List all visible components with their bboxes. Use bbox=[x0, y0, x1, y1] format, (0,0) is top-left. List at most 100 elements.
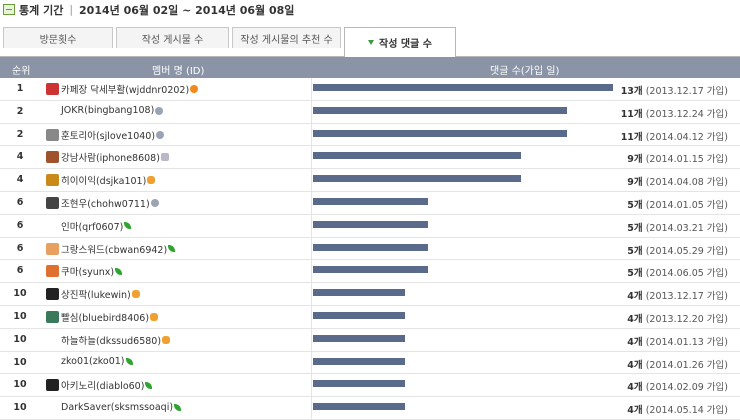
rank: 1 bbox=[16, 83, 24, 94]
join-date: (2014.03.21 가입) bbox=[645, 222, 728, 234]
avatar-placeholder bbox=[46, 220, 59, 232]
member-name-text: 강남사람(iphone8608) bbox=[61, 153, 160, 165]
member-name-text: 카페장 닥세부활(wjddnr0202) bbox=[61, 85, 190, 96]
comment-count: 9개 (2014.01.15 가입) bbox=[627, 151, 728, 165]
join-date: (2013.12.17 가입) bbox=[645, 86, 728, 97]
hand-level-icon bbox=[131, 290, 140, 299]
tab-label: 작성 게시물 수 bbox=[141, 34, 204, 46]
member-name-text: 빨심(bluebird8406) bbox=[61, 312, 150, 324]
table-row: 4 강남사람(iphone8608) 9개 (2014.01.15 가입) bbox=[0, 146, 740, 170]
rank: 10 bbox=[13, 379, 27, 391]
join-date: (2013.12.17 가입) bbox=[645, 291, 728, 303]
column-divider bbox=[311, 351, 312, 374]
member-name[interactable]: 인마(qrf0607) bbox=[46, 219, 132, 233]
member-name-text: 조현우(chohw0711) bbox=[61, 198, 150, 210]
rank: 6 bbox=[16, 219, 24, 231]
table-header: 순위 멤버 명 (ID) 댓글 수(가입 일) bbox=[0, 57, 740, 78]
join-date: (2014.02.09 가입) bbox=[645, 382, 728, 394]
join-date: (2014.01.13 가입) bbox=[645, 336, 728, 348]
column-divider bbox=[311, 169, 312, 191]
comment-count: 4개 (2013.12.20 가입) bbox=[627, 311, 728, 325]
avatar-icon bbox=[46, 310, 59, 323]
column-divider bbox=[311, 328, 312, 351]
join-date: (2014.01.15 가입) bbox=[645, 154, 728, 166]
count-value: 5개 bbox=[627, 199, 643, 211]
gear-level-icon bbox=[150, 198, 159, 207]
column-divider bbox=[311, 100, 312, 123]
rank: 10 bbox=[13, 288, 27, 300]
tab-post-recommends[interactable]: 작성 게시물의 추천 수 bbox=[232, 27, 341, 48]
rank: 4 bbox=[16, 151, 24, 163]
join-date: (2014.01.26 가입) bbox=[645, 359, 728, 371]
comment-count-bar bbox=[313, 380, 406, 388]
tab-posts[interactable]: 작성 게시물 수 bbox=[116, 27, 229, 48]
tab-comments[interactable]: 작성 댓글 수 bbox=[344, 27, 456, 57]
column-divider bbox=[311, 397, 312, 419]
count-value: 9개 bbox=[627, 177, 643, 189]
member-name[interactable]: 상진팍(lukewin) bbox=[46, 287, 140, 301]
avatar-icon bbox=[46, 265, 59, 278]
member-name-text: 그랑스워드(cbwan6942) bbox=[61, 244, 168, 256]
comment-count: 4개 (2014.01.26 가입) bbox=[627, 357, 728, 371]
join-date: (2014.06.05 가입) bbox=[645, 268, 728, 280]
hand-level-icon bbox=[147, 176, 156, 185]
count-value: 4개 bbox=[627, 382, 643, 394]
comment-count: 4개 (2014.02.09 가입) bbox=[627, 379, 728, 393]
rank: 2 bbox=[16, 128, 24, 140]
count-value: 9개 bbox=[627, 154, 643, 166]
member-name[interactable]: 조현우(chohw0711) bbox=[46, 196, 159, 210]
column-divider bbox=[311, 283, 312, 305]
col-member-header: 멤버 명 (ID) bbox=[152, 66, 205, 77]
tab-label: 작성 댓글 수 bbox=[379, 39, 432, 50]
calendar-icon bbox=[3, 4, 15, 15]
avatar-icon bbox=[46, 288, 59, 301]
join-date: (2014.01.05 가입) bbox=[645, 199, 728, 211]
member-name[interactable]: 하늘하늘(dkssud6580) bbox=[46, 333, 171, 347]
rank: 4 bbox=[16, 174, 24, 186]
count-value: 4개 bbox=[627, 336, 643, 348]
member-name[interactable]: 그랑스워드(cbwan6942) bbox=[46, 242, 176, 256]
avatar-icon bbox=[46, 196, 59, 209]
count-value: 5개 bbox=[627, 222, 643, 234]
comment-count-bar bbox=[313, 220, 429, 228]
join-date: (2013.12.24 가입) bbox=[645, 108, 728, 120]
table-row: 2 JOKR(bingbang108) 11개 (2013.12.24 가입) bbox=[0, 100, 740, 124]
member-name[interactable]: JOKR(bingbang108) bbox=[46, 105, 164, 117]
member-name[interactable]: 빨심(bluebird8406) bbox=[46, 310, 159, 324]
tab-visits[interactable]: 방문횟수 bbox=[3, 27, 113, 48]
comment-count: 5개 (2014.03.21 가입) bbox=[627, 220, 728, 234]
member-name-text: DarkSaver(sksmssoaqi) bbox=[61, 401, 174, 413]
gear-level-icon bbox=[155, 106, 164, 115]
table-row: 10 하늘하늘(dkssud6580) 4개 (2014.01.13 가입) bbox=[0, 328, 740, 352]
column-divider bbox=[311, 191, 312, 214]
comment-count-bar bbox=[313, 266, 429, 274]
count-value: 5개 bbox=[627, 245, 643, 257]
leaf-level-icon bbox=[124, 222, 132, 230]
member-name[interactable]: 히이이익(dsjka101) bbox=[46, 173, 156, 187]
member-name[interactable]: 훈토리아(sjlove1040) bbox=[46, 128, 165, 142]
member-name-text: 아키노리(diablo60) bbox=[61, 381, 145, 393]
member-name[interactable]: zko01(zko01) bbox=[46, 356, 133, 368]
member-name-text: 하늘하늘(dkssud6580) bbox=[61, 335, 162, 347]
rank: 6 bbox=[16, 196, 24, 208]
member-name-text: 훈토리아(sjlove1040) bbox=[61, 130, 156, 142]
comment-count-bar bbox=[313, 175, 521, 183]
separator: | bbox=[69, 3, 74, 16]
member-name[interactable]: 강남사람(iphone8608) bbox=[46, 150, 169, 164]
member-name[interactable]: 카페장 닥세부활(wjddnr0202) bbox=[46, 82, 199, 96]
member-name[interactable]: DarkSaver(sksmssoaqi) bbox=[46, 401, 182, 413]
join-date: (2014.05.29 가입) bbox=[645, 245, 728, 257]
comment-count: 4개 (2014.01.13 가입) bbox=[627, 334, 728, 348]
count-value: 4개 bbox=[627, 291, 643, 303]
column-divider bbox=[311, 374, 312, 397]
table-row: 1 카페장 닥세부활(wjddnr0202) 13개 (2013.12.17 가… bbox=[0, 78, 740, 101]
table-row: 10 상진팍(lukewin) 4개 (2013.12.17 가입) bbox=[0, 283, 740, 306]
member-name[interactable]: 쿠마(syunx) bbox=[46, 264, 123, 278]
table-row: 10 빨심(bluebird8406) 4개 (2013.12.20 가입) bbox=[0, 305, 740, 329]
col-count-header: 댓글 수(가입 일) bbox=[490, 66, 560, 77]
comment-count: 5개 (2014.06.05 가입) bbox=[627, 265, 728, 279]
table-row: 6 인마(qrf0607) 5개 (2014.03.21 가입) bbox=[0, 214, 740, 238]
join-date: (2014.05.14 가입) bbox=[645, 405, 728, 417]
member-name[interactable]: 아키노리(diablo60) bbox=[46, 378, 153, 393]
comment-count-bar bbox=[313, 311, 406, 319]
